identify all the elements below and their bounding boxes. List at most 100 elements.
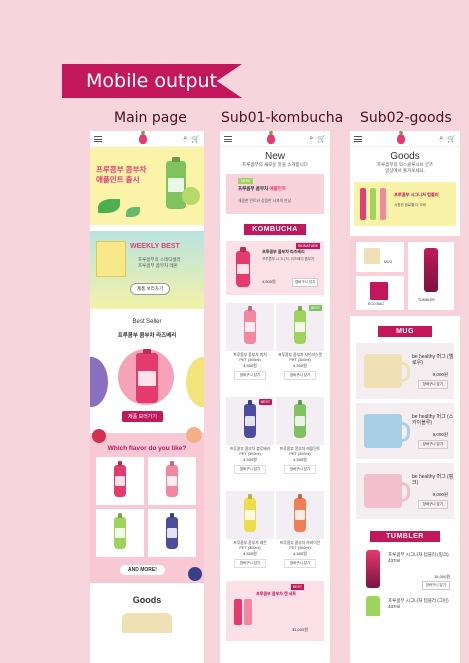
bag-image (370, 282, 388, 300)
add-to-cart-button[interactable]: 장바구니 담기 (284, 465, 316, 474)
product-name: 프루콤부 콤부차 애플민트 (279, 447, 321, 451)
and-more-button[interactable]: AND MORE! (120, 565, 165, 575)
product-card[interactable]: BEST 프루콤부 콤부차 샤인머스캣 PET (300ml) 4,500원 장바… (276, 303, 324, 380)
goods-page-mockup: ⌕ 🛒 Goods 프루콤부의 익스클루시브 굿즈 일상에서 즐겨보세요. 프루콤… (350, 131, 460, 663)
menu-icon[interactable] (224, 135, 232, 142)
product-name: 프루콤부 콤부차 피치 (233, 353, 267, 357)
goods-subtitle-line2: 일상에서 즐겨보세요. (385, 168, 425, 173)
product-card[interactable]: BEST 프루콤부 콤부차 블루베리 PET (300ml) 4,500원 장바구… (226, 397, 274, 474)
logo[interactable] (138, 131, 147, 144)
category-bag-label: ECO BAG (368, 302, 384, 306)
tumbler-product-card[interactable]: 프루콤부 시그니처 텀블러 (핑크) 437ml 15,000원 장바구니 담기 (356, 548, 454, 590)
best-seller-product: 프루콤부 콤부차 라즈베리 (117, 333, 177, 339)
product-name: 프루콤부 콤부차 블루베리 (229, 447, 271, 451)
product-name: 프루콤부 콤부차 샤인머스캣 (277, 353, 323, 357)
menu-icon[interactable] (94, 135, 102, 142)
mobile-output-banner: Mobile output (62, 64, 242, 98)
mint-leaf-image (98, 199, 120, 213)
signature-name: 프루콤부 콤부차 라즈베리 (262, 249, 305, 254)
product-card[interactable]: 프루콤부 콤부차 애플민트 PET (300ml) 4,500원 장바구니 담기 (276, 397, 324, 474)
kombucha-section-tag: KOMBUCHA (244, 224, 306, 235)
flavor-card-shinemuscat[interactable] (96, 509, 144, 557)
weekly-button[interactable]: 제품 보러가기 (130, 283, 171, 295)
mug-image (364, 354, 410, 388)
column-title-goods: Sub02-goods (360, 110, 452, 126)
cart-icon[interactable]: 🛒 (191, 135, 200, 143)
flavor-card-blueberry[interactable] (148, 509, 196, 557)
flavor-card-peach[interactable] (148, 457, 196, 505)
add-to-cart-button[interactable]: 장바구니 담기 (234, 465, 266, 474)
add-to-cart-button[interactable]: 장바구니 담기 (284, 371, 316, 380)
new-product-card[interactable]: NEW! 프루콤부 콤부차 애플민트 새콤한 민트와 상큼한 사과의 만남 (226, 174, 324, 214)
hero-bottle (166, 161, 186, 209)
signature-cart-button[interactable]: 장바구니 담기 (292, 278, 319, 287)
add-to-cart-button[interactable]: 장바구니 담기 (234, 371, 266, 380)
product-card[interactable]: 프루콤부 콤부차 레몬 PET (300ml) 4,500원 장바구니 담기 (226, 491, 274, 568)
best-seller-label: Best Seller (132, 319, 162, 325)
tumbler-price: 15,000원 (434, 574, 450, 579)
tumbler-image (424, 248, 438, 292)
product-card[interactable]: 프루콤부 콤부차 하와이안 PET (300ml) 4,500원 장바구니 담기 (276, 491, 324, 568)
category-section: MUG ECO BAG TUMBLER (350, 236, 460, 316)
tumbler-image (370, 188, 376, 220)
cart-icon[interactable]: 🛒 (447, 135, 456, 143)
add-to-cart-button[interactable]: 장바구니 담기 (284, 559, 316, 568)
mug-product-card[interactable]: be healthy 머그 (옐로우) 9,000원 장바구니 담기 (356, 343, 454, 399)
logo[interactable] (396, 131, 405, 144)
search-icon[interactable]: ⌕ (439, 135, 443, 143)
product-card[interactable]: 프루콤부 콤부차 피치 PET (300ml) 4,500원 장바구니 담기 (226, 303, 274, 380)
signature-price: 4,500원 (262, 279, 276, 284)
product-price: 4,500원 (293, 551, 307, 556)
can-image (234, 599, 242, 625)
product-price: 4,500원 (243, 363, 257, 368)
new-subtitle: 프루콤부의 새로운 맛을 소개합니다 (242, 162, 308, 167)
menu-icon[interactable] (354, 135, 362, 142)
flavor-section: Which flavor do you like? AND MORE! (90, 427, 204, 583)
add-to-cart-button[interactable]: 장바구니 담기 (421, 581, 450, 590)
new-line1: 프루콤부 콤부차 (238, 186, 269, 191)
hero-banner[interactable]: 프루콤부 콤부차 애플민트 출시 (90, 147, 204, 225)
top-bar: ⌕ 🛒 (90, 131, 204, 147)
mug-image (364, 474, 410, 508)
search-icon[interactable]: ⌕ (183, 135, 187, 143)
product-price: 4,500원 (293, 363, 307, 368)
goods-page-title: Goods (390, 151, 420, 162)
best-seller-button[interactable]: 제품 보러가기 (122, 411, 163, 422)
product-name: 프루콤부 콤부차 레몬 (233, 541, 267, 545)
add-to-cart-button[interactable]: 장바구니 담기 (234, 559, 266, 568)
add-to-cart-button[interactable]: 장바구니 담기 (417, 379, 448, 389)
logo[interactable] (266, 131, 275, 144)
category-bag[interactable]: ECO BAG (356, 276, 404, 310)
tumbler-product-card[interactable]: 프루콤부 시그니처 텀블러 (그린) 437ml (356, 594, 454, 616)
cart-icon[interactable]: 🛒 (317, 135, 326, 143)
add-to-cart-button[interactable]: 장바구니 담기 (417, 499, 448, 509)
tumbler-promo-banner[interactable]: 프루콤부 시그니처 텀블러 시원한 음료를 더 오래 (354, 182, 456, 226)
raspberry-image (92, 429, 106, 443)
product-price: 4,500원 (243, 551, 257, 556)
category-mug[interactable]: MUG (356, 242, 404, 272)
weekly-line2: 프루콤부 콤부차 레몬 (138, 263, 178, 268)
set-card[interactable]: BEST 프루콤부 콤부차 캔 세트 31,000원 (226, 581, 324, 641)
goods-title: Goods (132, 595, 162, 605)
tumbler-image (366, 550, 380, 588)
top-bar: ⌕ 🛒 (350, 131, 460, 147)
tumbler-image (380, 188, 386, 220)
hero-line1: 프루콤부 콤부차 (96, 165, 147, 174)
signature-desc: 프루콤부 시그니처, 라즈베리 콤부차 (262, 257, 315, 261)
flavor-card-raspberry[interactable] (96, 457, 144, 505)
set-title: 프루콤부 콤부차 캔 세트 (256, 591, 297, 596)
mug-product-card[interactable]: be healthy 머그 (스카이블루) 9,000원 장바구니 담기 (356, 403, 454, 459)
category-mug-label: MUG (384, 260, 393, 264)
search-icon[interactable]: ⌕ (309, 135, 313, 143)
mug-price: 9,000원 (432, 491, 448, 497)
signature-card[interactable]: SIGNATURE 프루콤부 콤부차 라즈베리 프루콤부 시그니처, 라즈베리 … (226, 241, 324, 295)
mug-product-card[interactable]: be healthy 머그 (핑크) 9,000원 장바구니 담기 (356, 463, 454, 519)
flavor-circle-right (186, 357, 204, 407)
product-name: 프루콤부 콤부차 하와이안 (279, 541, 321, 545)
weekly-best-banner[interactable]: WEEKLY BEST 프루콤부의 스테디셀러 프루콤부 콤부차 레몬 제품 보… (90, 231, 204, 309)
category-tumbler[interactable]: TUMBLER (408, 242, 454, 310)
column-title-main: Main page (114, 110, 187, 126)
best-badge: BEST (308, 305, 322, 311)
flavor-circle-left (90, 357, 108, 407)
add-to-cart-button[interactable]: 장바구니 담기 (417, 439, 448, 449)
